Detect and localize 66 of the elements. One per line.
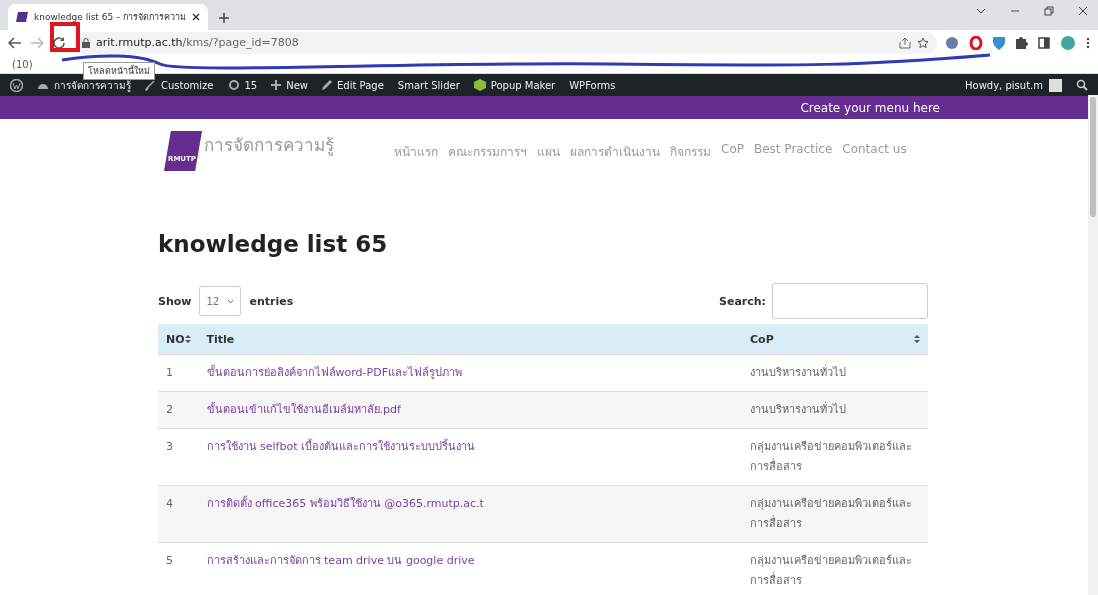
title-link[interactable]: การติดตั้ง office365 พร้อมวิธีใช้งาน @o365.rmutp.ac.t	[198, 485, 742, 543]
admin-bar-item[interactable]: Edit Page	[322, 79, 384, 91]
pencil-icon	[322, 80, 333, 90]
user-greeting[interactable]: Howdy, pisut.m	[965, 79, 1043, 91]
column-header[interactable]: CoP	[742, 324, 928, 355]
search-field[interactable]	[772, 283, 928, 319]
browser-tab[interactable]: knowledge list 65 – การจัดการความ	[8, 4, 209, 30]
chevron-down-icon[interactable]	[976, 6, 986, 16]
title-link[interactable]: ขั้นตอนเข้าแก้ไขใช้งานอีเมล์มหาลัย.pdf	[198, 391, 742, 429]
restore-icon[interactable]	[1044, 6, 1054, 16]
bookmark[interactable]: (10)	[12, 58, 33, 70]
table-cell: 1	[158, 354, 199, 392]
table-cell: 4	[158, 485, 199, 543]
admin-bar-item[interactable]: 15	[227, 79, 258, 91]
star-icon[interactable]	[917, 36, 929, 49]
search-label: Search:	[719, 294, 766, 308]
book-icon	[16, 12, 28, 22]
sort-icon	[184, 335, 191, 343]
search-icon[interactable]	[1076, 79, 1088, 91]
updates-icon	[227, 79, 240, 91]
entries-select[interactable]: 12	[199, 286, 242, 316]
menu-icon[interactable]	[1086, 36, 1090, 49]
admin-bar-item[interactable]: Popup Maker	[473, 79, 556, 91]
sidebar-icon[interactable]	[1038, 36, 1050, 49]
extension-icon[interactable]	[945, 35, 959, 50]
table-cell: งานบริหารงานทั่วไป	[742, 391, 928, 429]
lock-icon	[82, 37, 90, 48]
wordpress-icon[interactable]	[10, 78, 23, 92]
column-header[interactable]: NO	[158, 324, 199, 355]
address-bar[interactable]: arit.rmutp.ac.th/kms/?page_id=7808	[74, 31, 937, 54]
admin-bar-item[interactable]: Customize	[145, 79, 214, 91]
avatar-icon	[1049, 78, 1062, 92]
plus-icon	[271, 80, 282, 90]
back-icon[interactable]	[8, 36, 22, 49]
entries-label: entries	[249, 294, 294, 308]
title-link[interactable]: การใช้งาน selfbot เบื้องต้นและการใช้งานระบบปริ้นงาน	[198, 428, 742, 486]
caret-icon	[227, 298, 235, 304]
show-label: Show	[158, 294, 192, 308]
cube-icon	[473, 79, 486, 91]
table-cell: 3	[158, 428, 199, 486]
title-link[interactable]: ขั้นตอนการย่อลิงค์จากไฟล์word-PDFและไฟล์รูปภาพ	[198, 354, 742, 392]
admin-bar-item[interactable]: การจัดการความรู้	[37, 77, 131, 93]
column-header[interactable]: Title	[198, 324, 742, 355]
scrollbar[interactable]	[1088, 95, 1098, 595]
highlight-box	[50, 22, 80, 52]
page-title: knowledge list 65	[158, 231, 389, 257]
close-icon[interactable]	[192, 13, 201, 21]
admin-bar-item[interactable]: Smart Slider	[397, 79, 460, 91]
reload-icon[interactable]	[52, 35, 66, 50]
brush-icon	[145, 79, 156, 91]
sort-icon	[914, 335, 920, 343]
shield-icon[interactable]	[993, 35, 1005, 50]
avatar-icon[interactable]	[1060, 34, 1076, 51]
new-tab-icon[interactable]	[218, 12, 231, 24]
close-icon[interactable]	[1078, 6, 1088, 16]
menu-link[interactable]: Create your menu here	[800, 100, 940, 115]
opera-icon[interactable]	[969, 35, 983, 50]
admin-bar-item[interactable]: WPForms	[569, 79, 616, 91]
table-cell: กลุ่มงานเครือข่ายคอมพิวเตอร์และการสื่อสาร	[742, 485, 928, 543]
table-cell: 2	[158, 391, 199, 429]
puzzle-icon[interactable]	[1015, 36, 1028, 49]
share-icon[interactable]	[899, 36, 911, 49]
tooltip: โหลดหน้านี้ใหม่	[83, 62, 155, 80]
admin-bar-item[interactable]: New	[271, 79, 309, 91]
table-cell: งานบริหารงานทั่วไป	[742, 354, 928, 392]
table-cell: กลุ่มงานเครือข่ายคอมพิวเตอร์และการสื่อสาร	[742, 428, 928, 486]
